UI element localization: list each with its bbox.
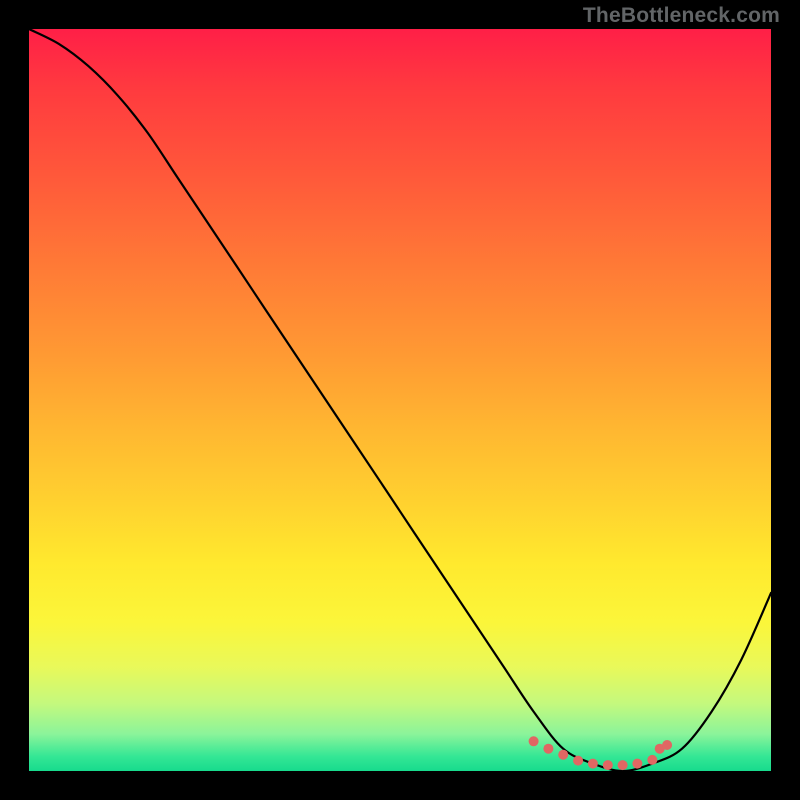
marker-dot bbox=[558, 750, 568, 760]
chart-frame: TheBottleneck.com bbox=[0, 0, 800, 800]
marker-dot bbox=[529, 736, 539, 746]
marker-dot bbox=[618, 760, 628, 770]
marker-dot bbox=[573, 756, 583, 766]
marker-dot bbox=[632, 759, 642, 769]
chart-svg bbox=[29, 29, 771, 771]
plot-area bbox=[29, 29, 771, 771]
marker-dot bbox=[647, 755, 657, 765]
marker-dot bbox=[662, 740, 672, 750]
watermark-text: TheBottleneck.com bbox=[583, 4, 780, 28]
bottleneck-curve-path bbox=[29, 29, 771, 771]
marker-dot bbox=[588, 759, 598, 769]
marker-dot bbox=[543, 744, 553, 754]
marker-dot bbox=[603, 760, 613, 770]
